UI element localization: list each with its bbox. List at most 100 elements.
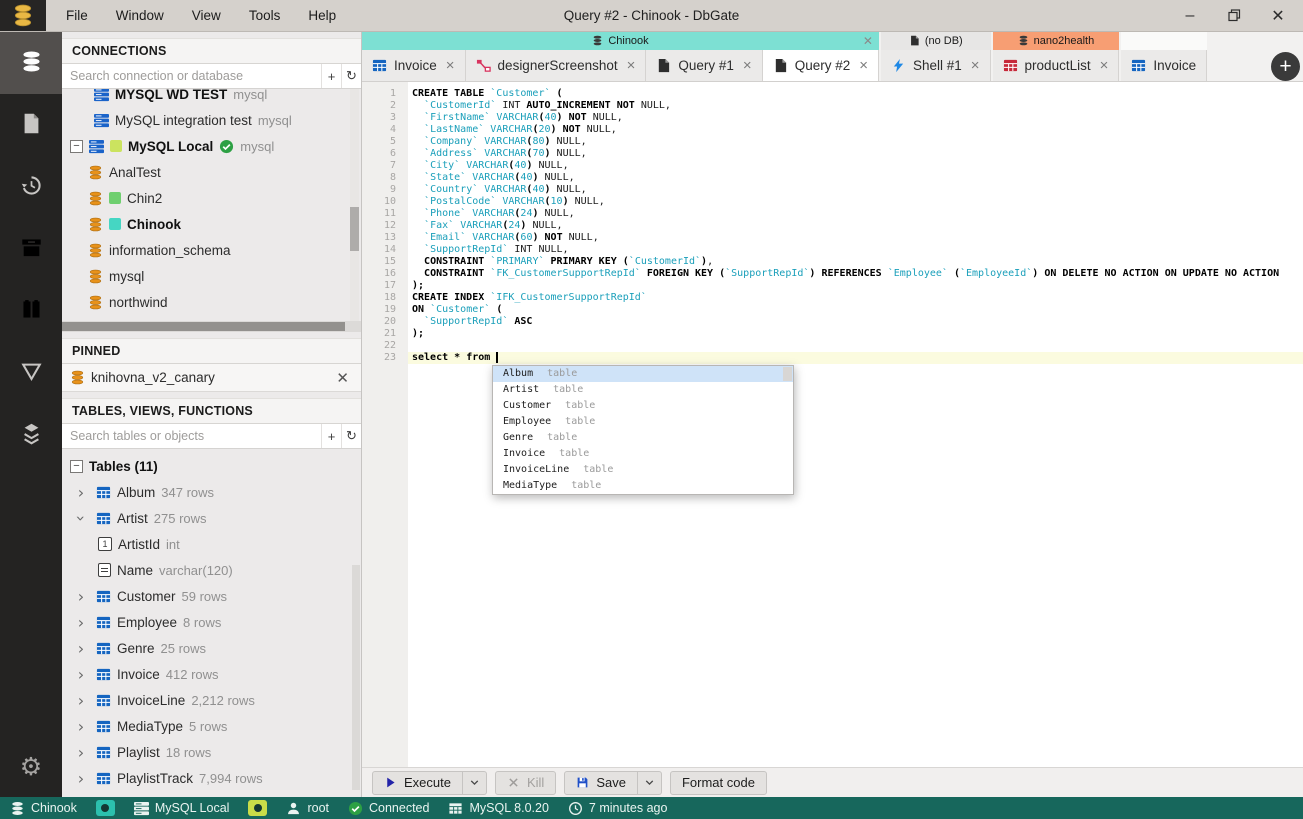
connected-check-icon [219, 139, 234, 154]
format-code-button[interactable]: Format code [669, 770, 767, 795]
chevron-right-icon[interactable]: › [72, 587, 90, 606]
tab-productlist[interactable]: productList × [992, 49, 1120, 81]
tables-scrollbar-thumb[interactable] [352, 565, 360, 790]
connection-item[interactable]: − MySQL Local mysql [62, 133, 361, 159]
table-item[interactable]: › Employee 8 rows [62, 609, 361, 635]
close-tab-icon[interactable]: × [859, 57, 868, 74]
autocomplete-kind: table [559, 448, 590, 459]
autocomplete-item[interactable]: Employee table [493, 414, 793, 430]
close-tab-icon[interactable]: × [446, 57, 455, 74]
table-item[interactable]: › Artist 275 rows [62, 505, 361, 531]
refresh-objects-button[interactable]: ↻ [341, 424, 361, 448]
minimize-button[interactable]: – [1181, 7, 1199, 25]
chevron-right-icon[interactable]: › [72, 769, 90, 788]
add-object-button[interactable]: + [321, 424, 341, 448]
pinned-item[interactable]: knihovna_v2_canary ✕ [62, 364, 361, 392]
tab-shell-1[interactable]: Shell #1 × [880, 49, 991, 81]
chevron-right-icon[interactable]: › [72, 743, 90, 762]
collapse-icon[interactable]: − [70, 459, 83, 473]
button-label: Save [596, 775, 626, 790]
chevron-right-icon[interactable]: › [72, 691, 90, 710]
close-group-icon[interactable]: ✕ [863, 32, 873, 50]
table-item[interactable]: › Album 347 rows [62, 479, 361, 505]
chevron-right-icon[interactable]: › [72, 483, 90, 502]
activity-file-button[interactable] [0, 94, 62, 156]
close-tab-icon[interactable]: × [1100, 57, 1109, 74]
database-item[interactable]: information_schema [62, 237, 361, 263]
tab-invoice[interactable]: Invoice [1121, 49, 1208, 81]
table-item[interactable]: › Invoice 412 rows [62, 661, 361, 687]
autocomplete-item[interactable]: Genre table [493, 430, 793, 446]
database-item[interactable]: Chinook [62, 211, 361, 237]
autocomplete-item[interactable]: MediaType table [493, 478, 793, 494]
tab-query-2[interactable]: Query #2 × [762, 49, 879, 81]
chevron-right-icon[interactable]: › [72, 613, 90, 632]
activity-book-button[interactable] [0, 280, 62, 342]
menu-file[interactable]: File [52, 0, 102, 31]
close-button[interactable]: ✕ [1269, 7, 1287, 25]
activity-archive-button[interactable] [0, 218, 62, 280]
save-dropdown-button[interactable] [637, 770, 662, 795]
refresh-connections-button[interactable]: ↻ [341, 64, 361, 88]
autocomplete-item[interactable]: Invoice table [493, 446, 793, 462]
new-tab-button[interactable]: + [1271, 52, 1300, 81]
activity-gear-button[interactable]: ⚙ [0, 735, 62, 797]
collapse-icon[interactable]: − [70, 139, 83, 153]
autocomplete-item[interactable]: Album table [493, 366, 793, 382]
menu-help[interactable]: Help [294, 0, 350, 31]
table-item[interactable]: › PlaylistTrack 7,994 rows [62, 765, 361, 791]
close-tab-icon[interactable]: × [971, 57, 980, 74]
sql-editor[interactable]: 1 CREATE TABLE `Customer` (2 `CustomerId`… [362, 82, 1303, 767]
connections-search-input[interactable] [62, 64, 321, 88]
database-item[interactable]: mysql [62, 263, 361, 289]
activity-history-button[interactable] [0, 156, 62, 218]
tables-root[interactable]: − Tables (11) [62, 453, 361, 479]
database-item[interactable]: northwind [62, 289, 361, 315]
close-tab-icon[interactable]: × [627, 57, 636, 74]
add-connection-button[interactable]: + [321, 64, 341, 88]
menu-tools[interactable]: Tools [235, 0, 295, 31]
chevron-right-icon[interactable]: › [72, 639, 90, 658]
row-count: 7,994 rows [199, 770, 263, 786]
pinned-list: knihovna_v2_canary ✕ [62, 364, 361, 392]
table-item[interactable]: › Genre 25 rows [62, 635, 361, 661]
kill-button[interactable]: Kill [494, 770, 557, 795]
connection-item[interactable]: MYSQL WD TEST mysql [62, 89, 361, 107]
connections-hscrollbar-thumb[interactable] [62, 322, 345, 331]
chevron-down-icon[interactable]: › [72, 509, 91, 527]
tab-query-1[interactable]: Query #1 × [646, 49, 763, 81]
table-item[interactable]: › Playlist 18 rows [62, 739, 361, 765]
chevron-right-icon[interactable]: › [72, 717, 90, 736]
activity-layers-button[interactable] [0, 404, 62, 466]
menu-view[interactable]: View [178, 0, 235, 31]
activity-bar: ⚙ [0, 32, 62, 797]
restore-button[interactable] [1225, 7, 1243, 25]
tab-label: Invoice [1153, 57, 1197, 73]
execute-button[interactable]: Execute [372, 770, 463, 795]
column-item[interactable]: 1 ArtistId int [62, 531, 361, 557]
connections-scrollbar-thumb[interactable] [350, 207, 359, 251]
autocomplete-name: Genre [503, 432, 534, 443]
tab-invoice[interactable]: Invoice × [362, 49, 466, 81]
save-button[interactable]: Save [564, 770, 638, 795]
autocomplete-item[interactable]: Artist table [493, 382, 793, 398]
table-item[interactable]: › MediaType 5 rows [62, 713, 361, 739]
database-item[interactable]: Chin2 [62, 185, 361, 211]
menu-window[interactable]: Window [102, 0, 178, 31]
activity-database-button[interactable] [0, 32, 62, 94]
database-item[interactable]: AnalTest [62, 159, 361, 185]
autocomplete-item[interactable]: InvoiceLine table [493, 462, 793, 478]
unpin-close-icon[interactable]: ✕ [332, 369, 353, 387]
objects-search-input[interactable] [62, 424, 321, 448]
close-tab-icon[interactable]: × [743, 57, 752, 74]
column-item[interactable]: Name varchar(120) [62, 557, 361, 583]
activity-triangle-button[interactable] [0, 342, 62, 404]
status-mysql-8-0-20: MySQL 8.0.20 [448, 801, 549, 816]
table-item[interactable]: › InvoiceLine 2,212 rows [62, 687, 361, 713]
tab-designerscreenshot[interactable]: designerScreenshot × [465, 49, 647, 81]
table-item[interactable]: › Customer 59 rows [62, 583, 361, 609]
chevron-right-icon[interactable]: › [72, 665, 90, 684]
connection-item[interactable]: MySQL integration test mysql [62, 107, 361, 133]
execute-dropdown-button[interactable] [462, 770, 487, 795]
autocomplete-item[interactable]: Customer table [493, 398, 793, 414]
